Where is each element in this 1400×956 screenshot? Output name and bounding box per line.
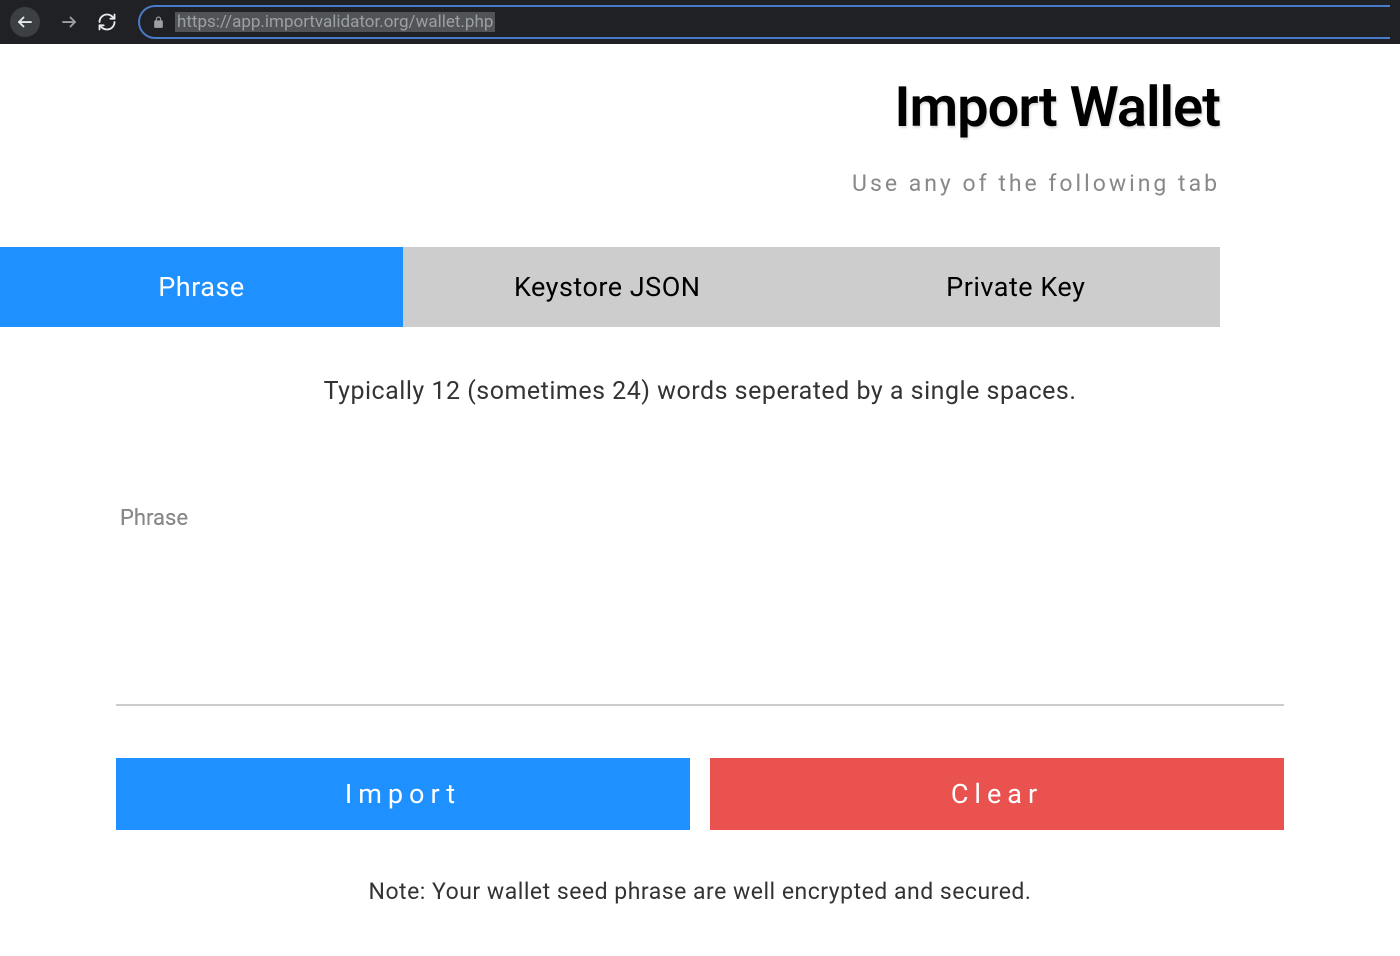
header-section: Import Wallet Use any of the following t… <box>0 44 1400 247</box>
back-button[interactable] <box>10 7 40 37</box>
forward-button[interactable] <box>54 7 84 37</box>
phrase-input-wrapper: Phrase <box>116 506 1284 706</box>
import-button[interactable]: Import <box>116 758 690 830</box>
security-note: Note: Your wallet seed phrase are well e… <box>116 878 1284 905</box>
url-text: https://app.importvalidator.org/wallet.p… <box>175 12 495 32</box>
browser-toolbar: https://app.importvalidator.org/wallet.p… <box>0 0 1400 44</box>
form-area: Phrase Import Clear Note: Your wallet se… <box>0 446 1400 905</box>
page-content: Import Wallet Use any of the following t… <box>0 44 1400 905</box>
tab-keystore-json[interactable]: Keystore JSON <box>403 247 812 327</box>
page-subtitle: Use any of the following tab <box>0 170 1220 197</box>
tab-private-key[interactable]: Private Key <box>812 247 1221 327</box>
reload-button[interactable] <box>96 11 118 33</box>
page-title: Import Wallet <box>0 74 1220 140</box>
tab-description: Typically 12 (sometimes 24) words sepera… <box>0 327 1400 446</box>
lock-icon <box>152 16 165 29</box>
tabs-container: Phrase Keystore JSON Private Key <box>0 247 1220 327</box>
clear-button[interactable]: Clear <box>710 758 1284 830</box>
url-bar[interactable]: https://app.importvalidator.org/wallet.p… <box>138 5 1390 39</box>
tab-phrase[interactable]: Phrase <box>0 247 403 327</box>
phrase-input[interactable] <box>116 506 1284 704</box>
buttons-row: Import Clear <box>116 758 1284 830</box>
